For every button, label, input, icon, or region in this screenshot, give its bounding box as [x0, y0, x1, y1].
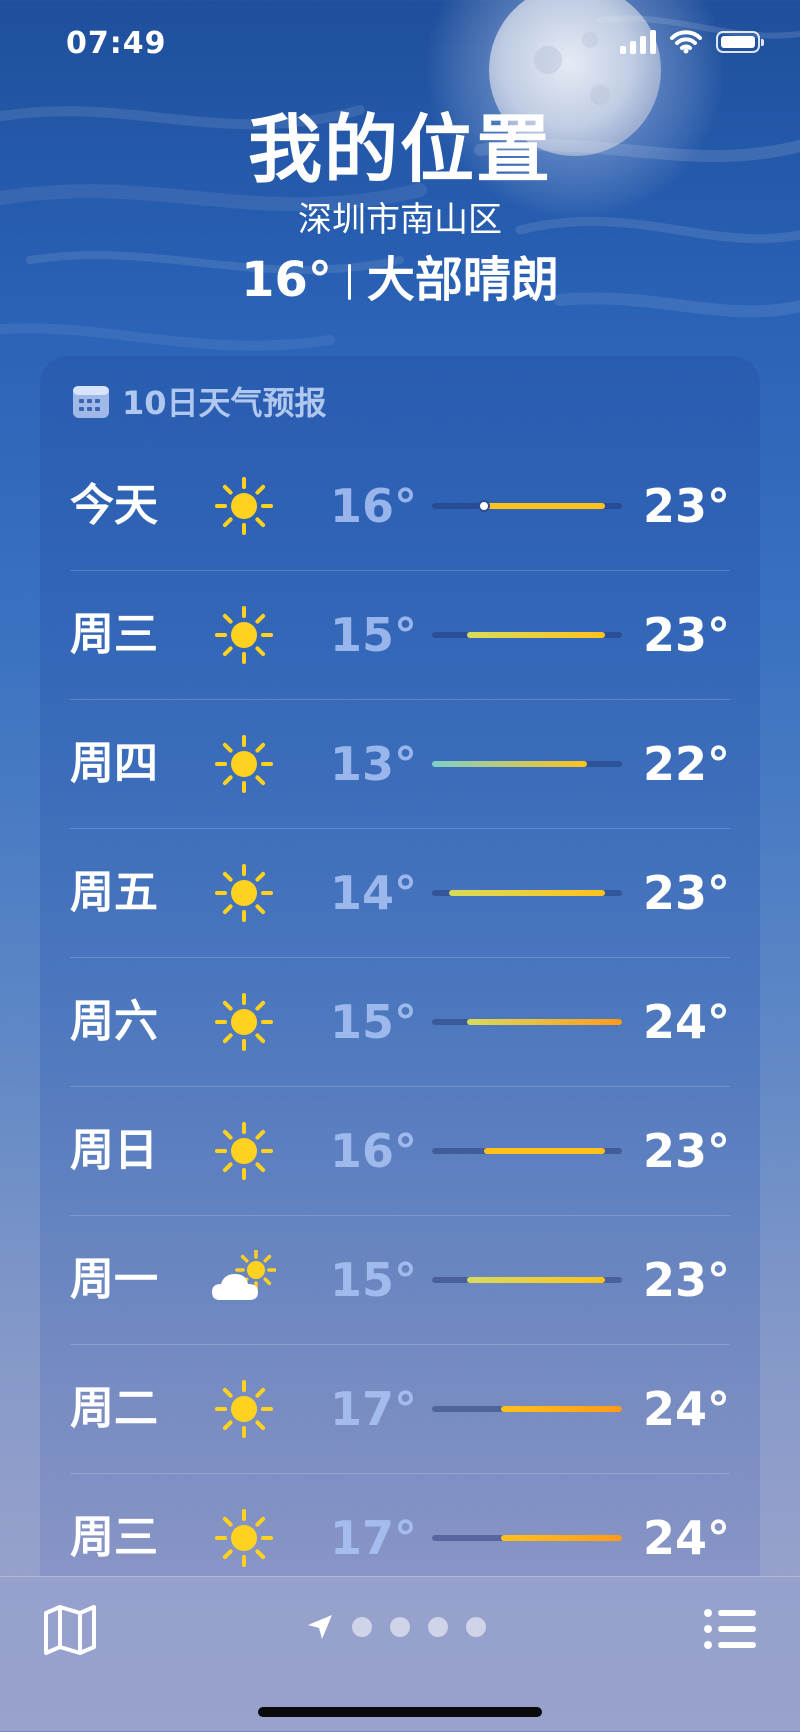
forecast-high: 23° — [642, 1253, 730, 1307]
page-dot[interactable] — [352, 1617, 372, 1637]
wifi-icon — [670, 30, 702, 54]
temperature-range-fill — [466, 1277, 605, 1283]
location-title: 我的位置 — [248, 107, 552, 193]
temperature-range-bar — [432, 890, 622, 896]
sun-icon — [212, 734, 276, 794]
partly-cloudy-icon — [212, 1249, 277, 1310]
current-temperature: 16° — [241, 252, 332, 308]
sun-icon — [212, 992, 276, 1052]
forecast-day: 周六 — [70, 996, 158, 1047]
forecast-low: 16° — [330, 479, 418, 533]
ten-day-forecast-card[interactable]: 10日天气预报 今天 16° 23° 周三 15° 23° 周四 13° 22°… — [40, 356, 760, 1576]
current-weather: 16° 大部晴朗 — [0, 248, 800, 312]
forecast-day: 周二 — [70, 1383, 158, 1434]
forecast-header-label: 10日天气预报 — [122, 384, 327, 422]
forecast-high: 24° — [642, 1511, 730, 1565]
temperature-range-bar — [432, 632, 622, 638]
forecast-row[interactable]: 周三 17° 24° — [70, 1473, 730, 1576]
forecast-row[interactable]: 周四 13° 22° — [70, 699, 730, 828]
page-dot[interactable] — [428, 1617, 448, 1637]
location-subtitle: 深圳市南山区 — [298, 200, 502, 240]
temperature-range-bar — [432, 1535, 622, 1541]
temperature-range-fill — [432, 761, 588, 767]
forecast-day: 周五 — [70, 867, 158, 918]
forecast-low: 14° — [330, 866, 418, 920]
forecast-low: 15° — [330, 608, 418, 662]
forecast-day: 周四 — [70, 738, 158, 789]
temperature-range-fill — [466, 632, 605, 638]
forecast-low: 17° — [330, 1382, 418, 1436]
forecast-row[interactable]: 周三 15° 23° — [70, 570, 730, 699]
temperature-range-fill — [501, 1535, 622, 1541]
bottom-toolbar — [0, 1576, 800, 1732]
forecast-row[interactable]: 周日 16° 23° — [70, 1086, 730, 1215]
forecast-low: 13° — [330, 737, 418, 791]
forecast-low: 15° — [330, 1253, 418, 1307]
forecast-low: 15° — [330, 995, 418, 1049]
forecast-high: 24° — [642, 995, 730, 1049]
forecast-high: 23° — [642, 608, 730, 662]
sun-icon — [212, 1508, 276, 1568]
forecast-row[interactable]: 周二 17° 24° — [70, 1344, 730, 1473]
sun-icon — [212, 863, 276, 923]
temperature-range-bar — [432, 1148, 622, 1154]
separator — [347, 264, 351, 300]
forecast-high: 23° — [642, 479, 730, 533]
forecast-row[interactable]: 今天 16° 23° — [70, 442, 730, 570]
forecast-day: 周日 — [70, 1125, 158, 1176]
status-icons — [620, 30, 764, 54]
forecast-day: 周三 — [70, 1512, 158, 1563]
forecast-day: 周三 — [70, 609, 158, 660]
temperature-range-bar — [432, 761, 622, 767]
location-header: 我的位置 深圳市南山区 16° 大部晴朗 — [0, 100, 800, 312]
sun-icon — [212, 605, 276, 665]
sun-icon — [212, 1379, 276, 1439]
location-arrow-icon[interactable] — [306, 1613, 334, 1641]
forecast-day: 今天 — [70, 480, 158, 531]
forecast-high: 24° — [642, 1382, 730, 1436]
forecast-low: 17° — [330, 1511, 418, 1565]
forecast-day: 周一 — [70, 1254, 158, 1305]
list-icon[interactable] — [700, 1601, 760, 1657]
temperature-range-fill — [483, 1148, 605, 1154]
temperature-range-bar — [432, 1406, 622, 1412]
map-icon[interactable] — [40, 1601, 100, 1657]
signal-icon — [620, 30, 656, 54]
forecast-rows: 今天 16° 23° 周三 15° 23° 周四 13° 22° 周五 14° … — [70, 442, 730, 1576]
temperature-range-bar — [432, 500, 622, 512]
sun-icon — [212, 476, 276, 536]
temperature-range-bar — [432, 1277, 622, 1283]
calendar-icon — [73, 386, 109, 418]
page-dot[interactable] — [390, 1617, 410, 1637]
forecast-row[interactable]: 周五 14° 23° — [70, 828, 730, 957]
page-indicator[interactable] — [306, 1613, 486, 1641]
temperature-range-bar — [432, 1019, 622, 1025]
temperature-range-fill — [483, 503, 605, 509]
current-temperature-dot — [477, 500, 490, 512]
sun-icon — [212, 1121, 276, 1181]
current-condition: 大部晴朗 — [366, 252, 559, 308]
temperature-range-fill — [501, 1406, 622, 1412]
forecast-high: 23° — [642, 1124, 730, 1178]
page-dot[interactable] — [466, 1617, 486, 1637]
forecast-header: 10日天气预报 — [72, 378, 327, 424]
forecast-row[interactable]: 周一 15° 23° — [70, 1215, 730, 1344]
forecast-low: 16° — [330, 1124, 418, 1178]
temperature-range-fill — [466, 1019, 622, 1025]
battery-icon — [716, 31, 764, 53]
forecast-high: 22° — [642, 737, 730, 791]
forecast-high: 23° — [642, 866, 730, 920]
home-indicator — [258, 1707, 542, 1717]
forecast-row[interactable]: 周六 15° 24° — [70, 957, 730, 1086]
status-time: 07:49 — [66, 26, 167, 61]
status-bar: 07:49 — [0, 0, 800, 90]
temperature-range-fill — [449, 890, 605, 896]
